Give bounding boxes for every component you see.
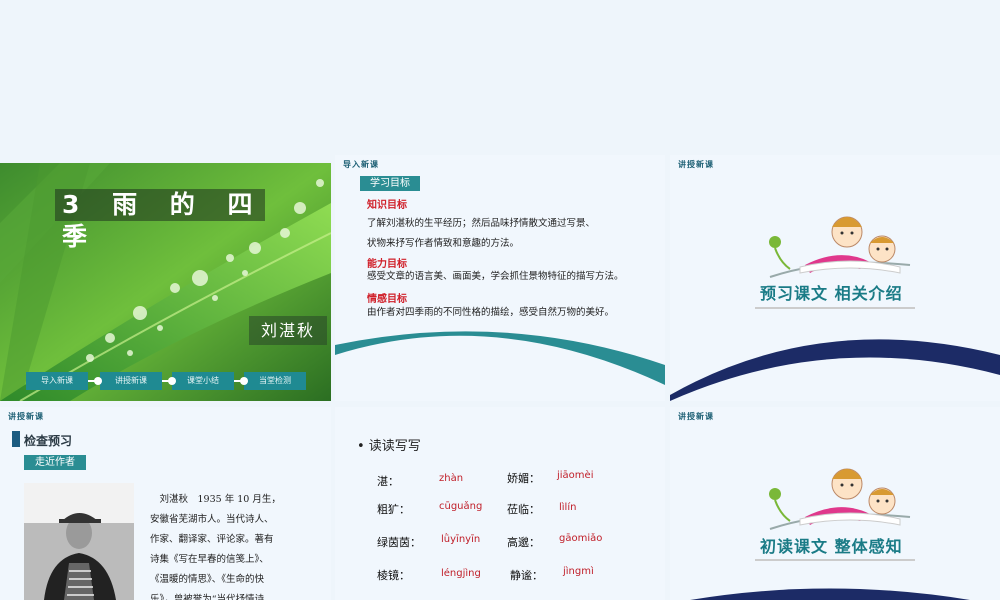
vocab-pinyin: jìngmì bbox=[563, 566, 594, 577]
slide-cover[interactable]: 3 雨 的 四 季 刘湛秋 导入新课 讲授新课 课堂小结 当堂检测 bbox=[0, 163, 331, 401]
preview-title: 预习课文 相关介绍 bbox=[760, 284, 903, 303]
vocab-word: 湛： bbox=[377, 475, 399, 488]
nav-button-summary[interactable]: 课堂小结 bbox=[172, 372, 234, 390]
nav-button-test[interactable]: 当堂检测 bbox=[244, 372, 306, 390]
slide-preview[interactable]: 讲授新课 预习课文 相关介绍 bbox=[670, 155, 1000, 401]
bio-line: 作家、翻译家、评论家。著有 bbox=[150, 534, 274, 545]
section-title: 检查预习 bbox=[24, 434, 73, 448]
divider bbox=[755, 307, 915, 309]
wave-decoration bbox=[335, 331, 665, 401]
kids-cartoon-icon bbox=[769, 216, 911, 278]
first-read-title: 初读课文 整体感知 bbox=[760, 537, 903, 556]
section-bar bbox=[12, 431, 20, 447]
vocab-word: 莅临： bbox=[507, 503, 540, 516]
knowledge-heading: 知识目标 bbox=[367, 200, 407, 211]
knowledge-line-2: 状物来抒写作者情致和意趣的方法。 bbox=[367, 238, 520, 249]
wave-decoration bbox=[670, 339, 1000, 401]
nav-button-teach[interactable]: 讲授新课 bbox=[100, 372, 162, 390]
emotion-line-1: 由作者对四季雨的不同性格的描绘，感受自然万物的美好。 bbox=[367, 307, 615, 318]
slide-header: 导入新课 bbox=[343, 160, 379, 169]
slide-header: 讲授新课 bbox=[678, 160, 714, 169]
slide-header: 讲授新课 bbox=[678, 412, 714, 421]
nav-dot bbox=[240, 377, 248, 385]
emotion-heading: 情感目标 bbox=[367, 294, 407, 305]
vocab-pinyin: zhàn bbox=[439, 473, 464, 484]
bio-line: 刘湛秋 1935 年 10 月生， bbox=[150, 494, 281, 505]
vocab-word: 粗犷： bbox=[377, 503, 410, 516]
lesson-title: 3 雨 的 四 季 bbox=[55, 189, 265, 251]
vocab-word: 绿茵茵： bbox=[377, 536, 421, 549]
author-photo bbox=[24, 483, 134, 600]
divider bbox=[755, 559, 915, 561]
kids-cartoon-icon bbox=[769, 468, 911, 530]
vocab-pinyin: léngjìng bbox=[441, 568, 481, 579]
vocab-heading: • 读读写写 bbox=[357, 439, 421, 454]
vocab-word: 静谧： bbox=[510, 569, 543, 582]
slide-first-read[interactable]: 讲授新课 初读课文 整体感知 bbox=[670, 407, 1000, 600]
wave-decoration bbox=[690, 588, 970, 600]
bio-line: 诗集《写在早春的信笺上》、 bbox=[150, 554, 269, 565]
slide-author[interactable]: 讲授新课 检查预习 走近作者 刘湛秋 1935 年 10 月生， 安徽省芜湖市人… bbox=[0, 407, 331, 600]
vocab-pinyin: lìlín bbox=[559, 502, 577, 513]
slide-header: 讲授新课 bbox=[8, 412, 44, 421]
vocab-pinyin: lǜyīnyīn bbox=[441, 534, 481, 545]
nav-button-intro[interactable]: 导入新课 bbox=[26, 372, 88, 390]
bio-line: 《温暖的情思》、《生命的快 bbox=[150, 574, 265, 585]
vocab-word: 棱镜： bbox=[377, 569, 410, 582]
author-bio: 刘湛秋 1935 年 10 月生， 安徽省芜湖市人。当代诗人、 作家、翻译家、评… bbox=[150, 490, 310, 600]
vocab-pinyin: gāomiǎo bbox=[559, 533, 603, 544]
vocab-word: 高邈： bbox=[507, 536, 540, 549]
slide-objectives[interactable]: 导入新课 学习目标 知识目标 了解刘湛秋的生平经历；然后品味抒情散文通过写景、 … bbox=[335, 155, 665, 401]
nav-dot bbox=[94, 377, 102, 385]
ability-line-1: 感受文章的语言美、画面美，学会抓住景物特征的描写方法。 bbox=[367, 271, 624, 282]
author-pill: 走近作者 bbox=[24, 455, 86, 470]
lesson-nav: 导入新课 讲授新课 课堂小结 当堂检测 bbox=[26, 372, 306, 390]
vocab-pinyin: cūguǎng bbox=[439, 501, 483, 512]
author-name: 刘湛秋 bbox=[249, 316, 327, 345]
slide-vocabulary[interactable]: • 读读写写 湛： zhàn 娇媚： jiāomèi 粗犷： cūguǎng 莅… bbox=[335, 407, 665, 600]
nav-dot bbox=[168, 377, 176, 385]
knowledge-line-1: 了解刘湛秋的生平经历；然后品味抒情散文通过写景、 bbox=[367, 218, 596, 229]
vocab-word: 娇媚： bbox=[507, 472, 540, 485]
vocab-pinyin: jiāomèi bbox=[557, 470, 594, 481]
bio-line: 乐》，曾被誉为“当代抒情诗 bbox=[150, 594, 265, 600]
objectives-pill: 学习目标 bbox=[360, 176, 420, 191]
bio-line: 安徽省芜湖市人。当代诗人、 bbox=[150, 514, 274, 525]
